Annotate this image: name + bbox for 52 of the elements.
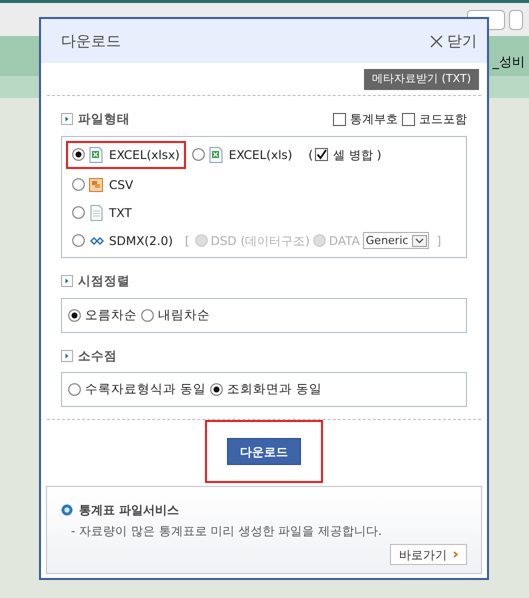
radio-button[interactable] — [72, 206, 85, 220]
radio-button[interactable] — [68, 383, 81, 396]
dialog-title: 다운로드 — [61, 30, 121, 52]
column-header: _성비 — [492, 54, 525, 72]
option-label: 내림차순 — [158, 306, 210, 324]
radio-button[interactable] — [72, 234, 85, 248]
radio-button[interactable] — [210, 383, 223, 396]
section-title: 파일형태 — [78, 110, 130, 128]
format-dropdown[interactable]: Generic — [362, 232, 430, 250]
radio-button[interactable] — [68, 308, 81, 322]
radio-button[interactable] — [72, 178, 85, 192]
option-label: EXCEL(xlsx) — [109, 146, 180, 164]
bullet-icon — [61, 113, 73, 126]
option-label: 오름차순 — [85, 306, 137, 324]
option-label: CSV — [109, 176, 134, 194]
bullet-icon — [61, 275, 73, 288]
bracket-text: ( — [308, 146, 314, 164]
checkbox-label: 셀 병합 ) — [333, 146, 382, 164]
option-label: DATA — [328, 232, 360, 250]
text-file-icon — [89, 204, 105, 221]
spreadsheet-file-icon — [89, 146, 105, 163]
metadata-button[interactable]: 메타자료받기 (TXT) — [364, 69, 479, 90]
bullet-icon — [61, 350, 73, 362]
checkbox[interactable] — [315, 148, 328, 162]
close-icon — [430, 34, 443, 48]
radio-button[interactable] — [141, 308, 154, 322]
shortcut-button[interactable]: 바로가기 — [390, 544, 467, 566]
section-title: 소수점 — [78, 346, 117, 364]
option-label: SDMX(2.0) — [109, 232, 173, 250]
checkbox-label: 통계부호 — [350, 111, 398, 128]
checkbox-label: 코드포함 — [419, 111, 467, 128]
toolbar-button[interactable] — [509, 10, 523, 30]
csv-file-icon — [89, 176, 105, 193]
option-label: DSD (데이터구조) — [210, 232, 310, 250]
checkbox[interactable] — [333, 112, 346, 126]
close-button[interactable]: 닫기 — [430, 30, 477, 52]
chevron-icon — [453, 551, 458, 558]
option-label: 수록자료형식과 동일 — [85, 380, 206, 398]
checkbox[interactable] — [402, 112, 415, 126]
bracket-text: ] — [436, 232, 442, 250]
bracket-text: [ — [184, 232, 190, 250]
option-label: 조회화면과 동일 — [226, 380, 322, 398]
radio-button[interactable] — [192, 148, 205, 162]
bullet-icon — [61, 504, 73, 516]
option-label: EXCEL(xls) — [228, 146, 292, 164]
file-service-description: - 자료량이 많은 통계표로 미리 생성한 파일을 제공합니다. — [71, 523, 383, 540]
section-title: 시점정렬 — [78, 272, 130, 290]
spreadsheet-file-icon — [208, 146, 225, 163]
option-label: TXT — [109, 204, 132, 222]
file-service-title: 통계표 파일서비스 — [79, 502, 180, 520]
download-button[interactable]: 다운로드 — [227, 438, 301, 466]
radio-button[interactable] — [72, 148, 85, 162]
